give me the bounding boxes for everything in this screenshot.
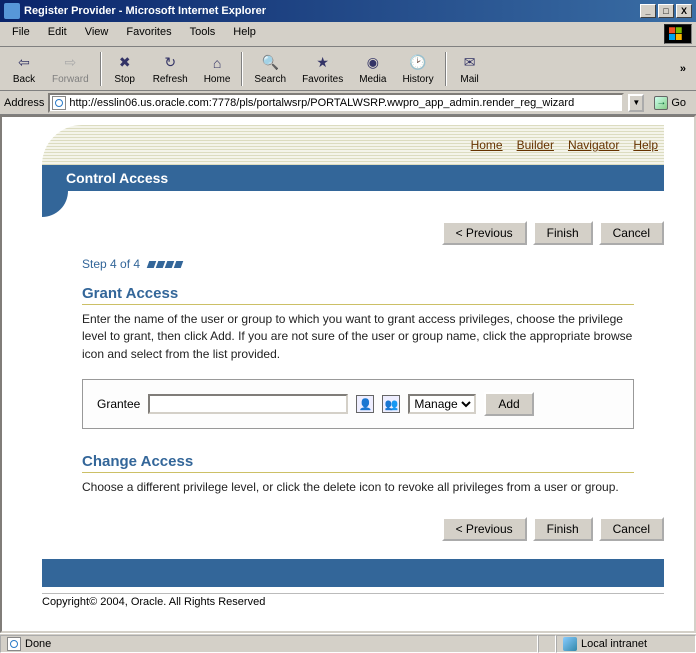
- menubar: File Edit View Favorites Tools Help: [0, 22, 696, 47]
- previous-button-bottom[interactable]: < Previous: [442, 517, 527, 541]
- nav-help[interactable]: Help: [633, 138, 658, 152]
- wizard-buttons-top: < Previous Finish Cancel: [42, 217, 664, 249]
- menu-view[interactable]: View: [77, 24, 117, 44]
- browse-groups-icon[interactable]: 👥: [382, 395, 400, 413]
- mail-icon: ✉: [460, 53, 480, 73]
- previous-button-top[interactable]: < Previous: [442, 221, 527, 245]
- nav-navigator[interactable]: Navigator: [568, 138, 619, 152]
- address-label: Address: [4, 97, 44, 109]
- search-icon: 🔍: [260, 53, 280, 73]
- toolbar: ⇦Back ⇨Forward ✖Stop ↻Refresh ⌂Home 🔍Sea…: [0, 47, 696, 91]
- favorites-button[interactable]: ★Favorites: [294, 51, 351, 87]
- media-icon: ◉: [363, 53, 383, 73]
- status-bar: Done Local intranet: [0, 633, 696, 653]
- finish-button-bottom[interactable]: Finish: [533, 517, 593, 541]
- refresh-button[interactable]: ↻Refresh: [145, 51, 196, 87]
- menu-edit[interactable]: Edit: [40, 24, 75, 44]
- step-dots-icon: [148, 261, 182, 268]
- search-button[interactable]: 🔍Search: [246, 51, 294, 87]
- address-bar: Address http://esslin06.us.oracle.com:77…: [0, 91, 696, 115]
- wizard-buttons-bottom: < Previous Finish Cancel: [42, 513, 664, 545]
- menu-tools[interactable]: Tools: [182, 24, 224, 44]
- portal-nav: Home Builder Navigator Help: [42, 125, 664, 165]
- menu-help[interactable]: Help: [225, 24, 264, 44]
- window-titlebar: Register Provider - Microsoft Internet E…: [0, 0, 696, 22]
- grantee-form: Grantee 👤 👥 Manage Add: [82, 379, 634, 429]
- nav-builder[interactable]: Builder: [517, 138, 554, 152]
- grant-access-body: Enter the name of the user or group to w…: [82, 311, 634, 363]
- page-header: Control Access: [42, 165, 664, 191]
- maximize-button[interactable]: □: [658, 4, 674, 18]
- home-button[interactable]: ⌂Home: [196, 51, 239, 87]
- history-button[interactable]: 🕑History: [394, 51, 441, 87]
- mail-button[interactable]: ✉Mail: [450, 51, 490, 87]
- add-button[interactable]: Add: [484, 392, 533, 416]
- footer-bar: [42, 559, 664, 587]
- grantee-label: Grantee: [97, 397, 140, 411]
- cancel-button-bottom[interactable]: Cancel: [599, 517, 664, 541]
- step-label: Step 4 of 4: [82, 257, 140, 271]
- status-text: Done: [25, 638, 51, 650]
- back-icon: ⇦: [14, 53, 34, 73]
- toolbar-more[interactable]: »: [674, 63, 692, 75]
- status-page-icon: [7, 637, 21, 651]
- go-button[interactable]: → Go: [648, 96, 692, 110]
- stop-button[interactable]: ✖Stop: [105, 51, 145, 87]
- header-curve: [42, 191, 68, 217]
- go-icon: →: [654, 96, 668, 110]
- close-button[interactable]: X: [676, 4, 692, 18]
- home-icon: ⌂: [207, 53, 227, 73]
- back-button[interactable]: ⇦Back: [4, 51, 44, 87]
- favorites-icon: ★: [313, 53, 333, 73]
- menu-file[interactable]: File: [4, 24, 38, 44]
- refresh-icon: ↻: [160, 53, 180, 73]
- status-ssl-slot: [538, 635, 556, 653]
- history-icon: 🕑: [408, 53, 428, 73]
- privilege-select[interactable]: Manage: [408, 394, 476, 414]
- page-icon: [52, 96, 66, 110]
- forward-button[interactable]: ⇨Forward: [44, 51, 97, 87]
- grant-access-title: Grant Access: [82, 285, 634, 305]
- change-access-body: Choose a different privilege level, or c…: [82, 479, 634, 496]
- status-zone: Local intranet: [581, 638, 647, 650]
- forward-icon: ⇨: [60, 53, 80, 73]
- address-url: http://esslin06.us.oracle.com:7778/pls/p…: [69, 97, 574, 109]
- finish-button-top[interactable]: Finish: [533, 221, 593, 245]
- ie-logo: [664, 24, 692, 44]
- app-icon: [4, 3, 20, 19]
- zone-icon: [563, 637, 577, 651]
- step-indicator: Step 4 of 4: [82, 257, 664, 271]
- page-title: Control Access: [66, 170, 168, 186]
- address-input[interactable]: http://esslin06.us.oracle.com:7778/pls/p…: [48, 93, 624, 113]
- cancel-button-top[interactable]: Cancel: [599, 221, 664, 245]
- address-dropdown[interactable]: ▼: [628, 94, 644, 112]
- media-button[interactable]: ◉Media: [351, 51, 394, 87]
- minimize-button[interactable]: _: [640, 4, 656, 18]
- nav-home[interactable]: Home: [471, 138, 503, 152]
- page-viewport[interactable]: Home Builder Navigator Help Control Acce…: [0, 115, 696, 633]
- stop-icon: ✖: [115, 53, 135, 73]
- window-title: Register Provider - Microsoft Internet E…: [24, 5, 266, 17]
- grantee-input[interactable]: [148, 394, 348, 414]
- browse-users-icon[interactable]: 👤: [356, 395, 374, 413]
- copyright: Copyright© 2004, Oracle. All Rights Rese…: [42, 593, 664, 608]
- change-access-title: Change Access: [82, 453, 634, 473]
- menu-favorites[interactable]: Favorites: [118, 24, 179, 44]
